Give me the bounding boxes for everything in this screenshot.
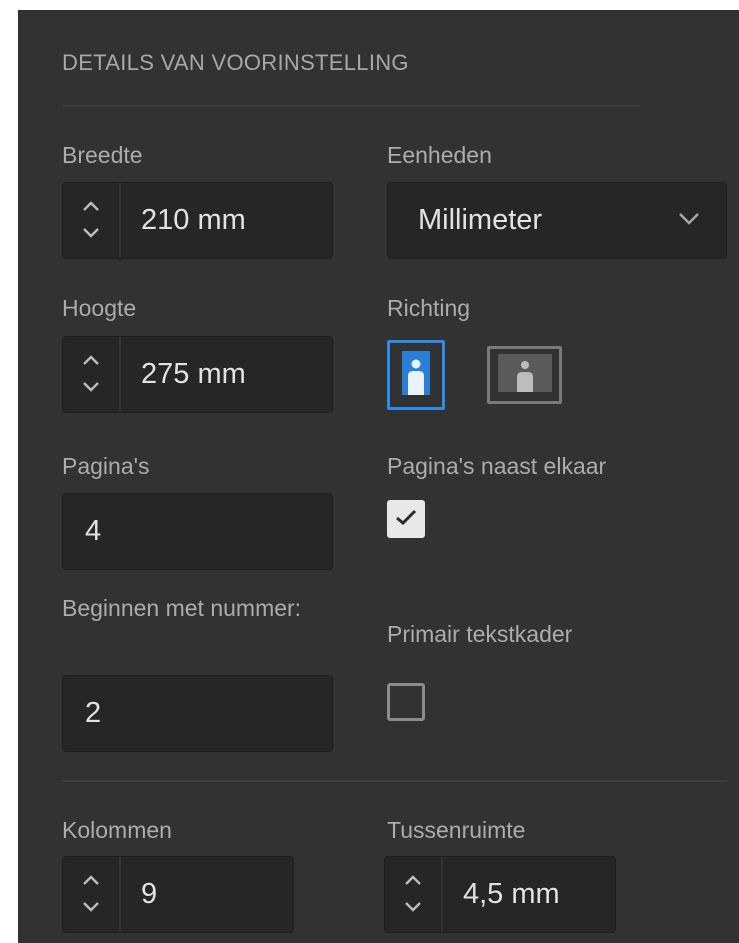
height-field: 275 mm <box>62 336 333 413</box>
columns-label: Kolommen <box>62 817 172 843</box>
gutter-input[interactable]: 4,5 mm <box>443 878 560 911</box>
height-label: Hoogte <box>62 295 137 321</box>
start-number-label: Beginnen met nummer: <box>62 595 302 621</box>
chevron-up-icon[interactable] <box>82 354 100 369</box>
primary-text-frame-label: Primair tekstkader <box>387 621 573 647</box>
gutter-label: Tussenruimte <box>387 817 526 843</box>
landscape-orientation-button[interactable] <box>487 346 562 404</box>
start-number-field: 2 <box>62 675 333 752</box>
columns-field: 9 <box>62 856 294 933</box>
width-label: Breedte <box>62 142 143 168</box>
document-preset-details-panel: DETAILS VAN VOORINSTELLING Breedte 210 m… <box>18 10 739 943</box>
height-stepper <box>63 337 121 412</box>
top-divider <box>62 105 640 107</box>
gutter-stepper <box>385 857 443 932</box>
orientation-label: Richting <box>387 295 471 321</box>
height-input[interactable]: 275 mm <box>121 358 246 391</box>
width-stepper <box>63 183 121 258</box>
facing-pages-label: Pagina's naast elkaar <box>387 453 607 479</box>
portrait-orientation-icon <box>401 350 431 401</box>
portrait-orientation-button[interactable] <box>387 340 445 410</box>
pages-field: 4 <box>62 493 333 570</box>
units-label: Eenheden <box>387 142 492 168</box>
section-title: DETAILS VAN VOORINSTELLING <box>62 50 409 75</box>
pages-label: Pagina's <box>62 453 150 479</box>
gutter-field: 4,5 mm <box>384 856 616 933</box>
chevron-down-icon[interactable] <box>82 227 100 241</box>
columns-stepper <box>63 857 121 932</box>
chevron-down-icon <box>678 212 700 230</box>
pages-input[interactable]: 4 <box>63 515 101 548</box>
chevron-up-icon[interactable] <box>404 874 422 889</box>
facing-pages-checkbox[interactable] <box>387 500 425 538</box>
width-input[interactable]: 210 mm <box>121 204 246 237</box>
chevron-down-icon[interactable] <box>82 381 100 395</box>
bottom-divider <box>62 780 727 782</box>
primary-text-frame-checkbox[interactable] <box>387 683 425 721</box>
units-selected-value: Millimeter <box>418 204 543 236</box>
chevron-down-icon[interactable] <box>404 901 422 915</box>
units-dropdown[interactable]: Millimeter <box>387 182 727 259</box>
checkmark-icon <box>395 509 417 530</box>
chevron-down-icon[interactable] <box>82 901 100 915</box>
width-field: 210 mm <box>62 182 333 259</box>
chevron-up-icon[interactable] <box>82 874 100 889</box>
landscape-orientation-icon <box>497 353 553 398</box>
chevron-up-icon[interactable] <box>82 200 100 215</box>
columns-input[interactable]: 9 <box>121 878 157 911</box>
start-number-input[interactable]: 2 <box>63 697 101 730</box>
